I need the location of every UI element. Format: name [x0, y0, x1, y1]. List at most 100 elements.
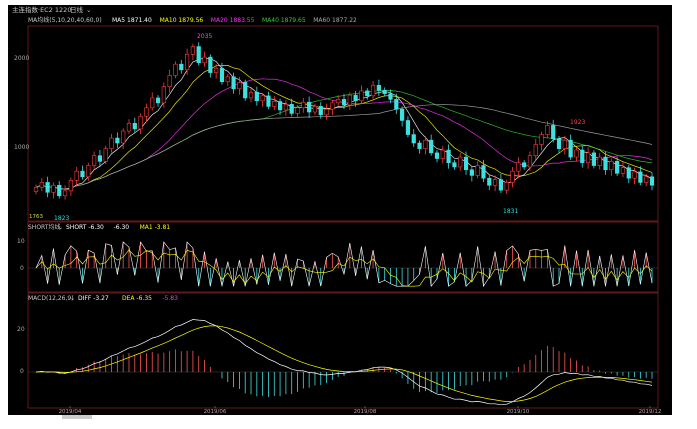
candle-down — [277, 101, 283, 111]
candle-down — [626, 167, 631, 179]
candle-up — [39, 182, 44, 188]
candle-up — [295, 107, 300, 114]
candle-down — [307, 101, 312, 113]
candle-up — [301, 101, 306, 109]
candle-up — [225, 76, 230, 83]
chevron-down-icon[interactable]: ⌄ — [70, 295, 75, 302]
candle-down — [196, 46, 201, 64]
macd-legend: DIFF -3.27 DEA -6.35 -5.83 — [78, 295, 178, 302]
candle-down — [97, 155, 103, 162]
candle-down — [469, 169, 474, 176]
candle-down — [179, 63, 184, 71]
candle-up — [545, 125, 550, 135]
short-legend: SHORT -6.30 -6.30 MA1 -3.81 — [66, 224, 170, 231]
candle-down — [522, 162, 527, 168]
chevron-down-icon[interactable]: ⌄ — [58, 224, 63, 231]
candle-down — [551, 125, 556, 140]
candle-down — [615, 161, 620, 174]
candle-up — [173, 63, 178, 76]
candle-up — [33, 187, 39, 192]
candle-up — [527, 155, 533, 168]
short-indicator-label[interactable]: SHORT均线 — [28, 223, 60, 231]
macd-indicator-label[interactable]: MACD(12,26,9) — [28, 295, 74, 302]
candle-up — [440, 149, 445, 159]
candle-up — [510, 170, 515, 183]
x-tick-label: 2019/06 — [204, 409, 227, 415]
candle-down — [132, 122, 137, 130]
annotation-low-1823: 1823 — [54, 215, 69, 222]
short-y-tick-10: 10 — [17, 238, 25, 245]
candle-up — [202, 56, 207, 64]
candle-up — [214, 68, 219, 73]
candle-up — [74, 170, 79, 181]
candle-down — [411, 134, 416, 144]
candle-up — [562, 139, 567, 149]
candle-down — [208, 56, 213, 73]
candle-down — [556, 138, 562, 149]
candle-down — [155, 97, 161, 104]
candle-up — [62, 190, 68, 197]
ma-legend: MA5 1871.40 MA10 1879.56 MA20 1883.55 MA40 … — [112, 17, 357, 24]
ma-legend-item-3: MA40 1879.65 — [262, 17, 306, 24]
candle-up — [330, 102, 335, 110]
candle-up — [620, 167, 626, 174]
candle-down — [580, 149, 585, 164]
chevron-down-icon[interactable]: ⌄ — [86, 6, 91, 14]
y-tick-1000: 1000 — [14, 144, 29, 151]
candle-down — [463, 156, 469, 171]
candle-down — [382, 89, 387, 95]
candle-down — [400, 108, 405, 121]
candle-up — [609, 161, 614, 171]
ma-indicator-label[interactable]: MA均线(5,10,20,40,60,0) — [28, 16, 102, 24]
annotation-high-1923: 1923 — [570, 119, 585, 126]
macd-legend-item-1: DEA -6.35 — [122, 295, 152, 302]
candle-up — [504, 182, 509, 191]
candle-up — [150, 97, 155, 109]
candle-up — [283, 103, 288, 111]
candle-down — [603, 156, 608, 171]
ma-legend-item-4: MA60 1877.22 — [313, 17, 357, 24]
chart-window: 主连指数·EC2 1220 日线 ⌄ MA均线(5,10,20,40,60,0)… — [0, 0, 697, 429]
candle-down — [266, 95, 271, 107]
candle-up — [597, 156, 602, 166]
candle-down — [353, 94, 358, 102]
candle-down — [591, 152, 596, 166]
candle-up — [190, 46, 196, 55]
candle-up — [458, 156, 463, 168]
candle-up — [109, 137, 114, 149]
horizontal-scrollbar[interactable] — [62, 415, 92, 419]
candle-up — [86, 165, 91, 178]
candle-up — [539, 134, 544, 145]
candle-up — [121, 130, 126, 144]
candle-down — [649, 176, 655, 186]
candle-up — [574, 149, 579, 158]
candle-up — [138, 115, 143, 130]
candle-down — [487, 177, 492, 186]
candle-down — [446, 149, 451, 164]
candle-up — [167, 75, 172, 87]
macd-legend-item-2: -5.83 — [162, 295, 178, 302]
candle-up — [312, 106, 318, 113]
candle-down — [434, 152, 440, 159]
candle-down — [452, 162, 457, 168]
candle-down — [254, 92, 259, 102]
short-y-tick-0: 0 — [20, 265, 24, 272]
candle-up — [103, 148, 108, 162]
annotation-low-1831: 1831 — [503, 208, 518, 215]
candle-down — [57, 184, 62, 197]
candle-down — [231, 76, 236, 90]
macd-y-tick-0: 0 — [20, 368, 24, 375]
x-tick-label: 2019/08 — [354, 409, 377, 415]
candle-up — [68, 180, 73, 192]
annotation-high-2035: 2035 — [197, 33, 212, 40]
ma-legend-item-0: MA5 1871.40 — [112, 17, 152, 24]
candle-down — [243, 82, 248, 99]
candle-up — [92, 155, 97, 166]
candle-down — [417, 142, 422, 149]
period-selector[interactable]: 日线 — [70, 5, 84, 14]
candle-up — [260, 95, 265, 102]
candle-down — [481, 165, 486, 179]
candle-down — [365, 90, 370, 97]
candle-up — [492, 179, 498, 186]
candle-down — [568, 139, 573, 158]
